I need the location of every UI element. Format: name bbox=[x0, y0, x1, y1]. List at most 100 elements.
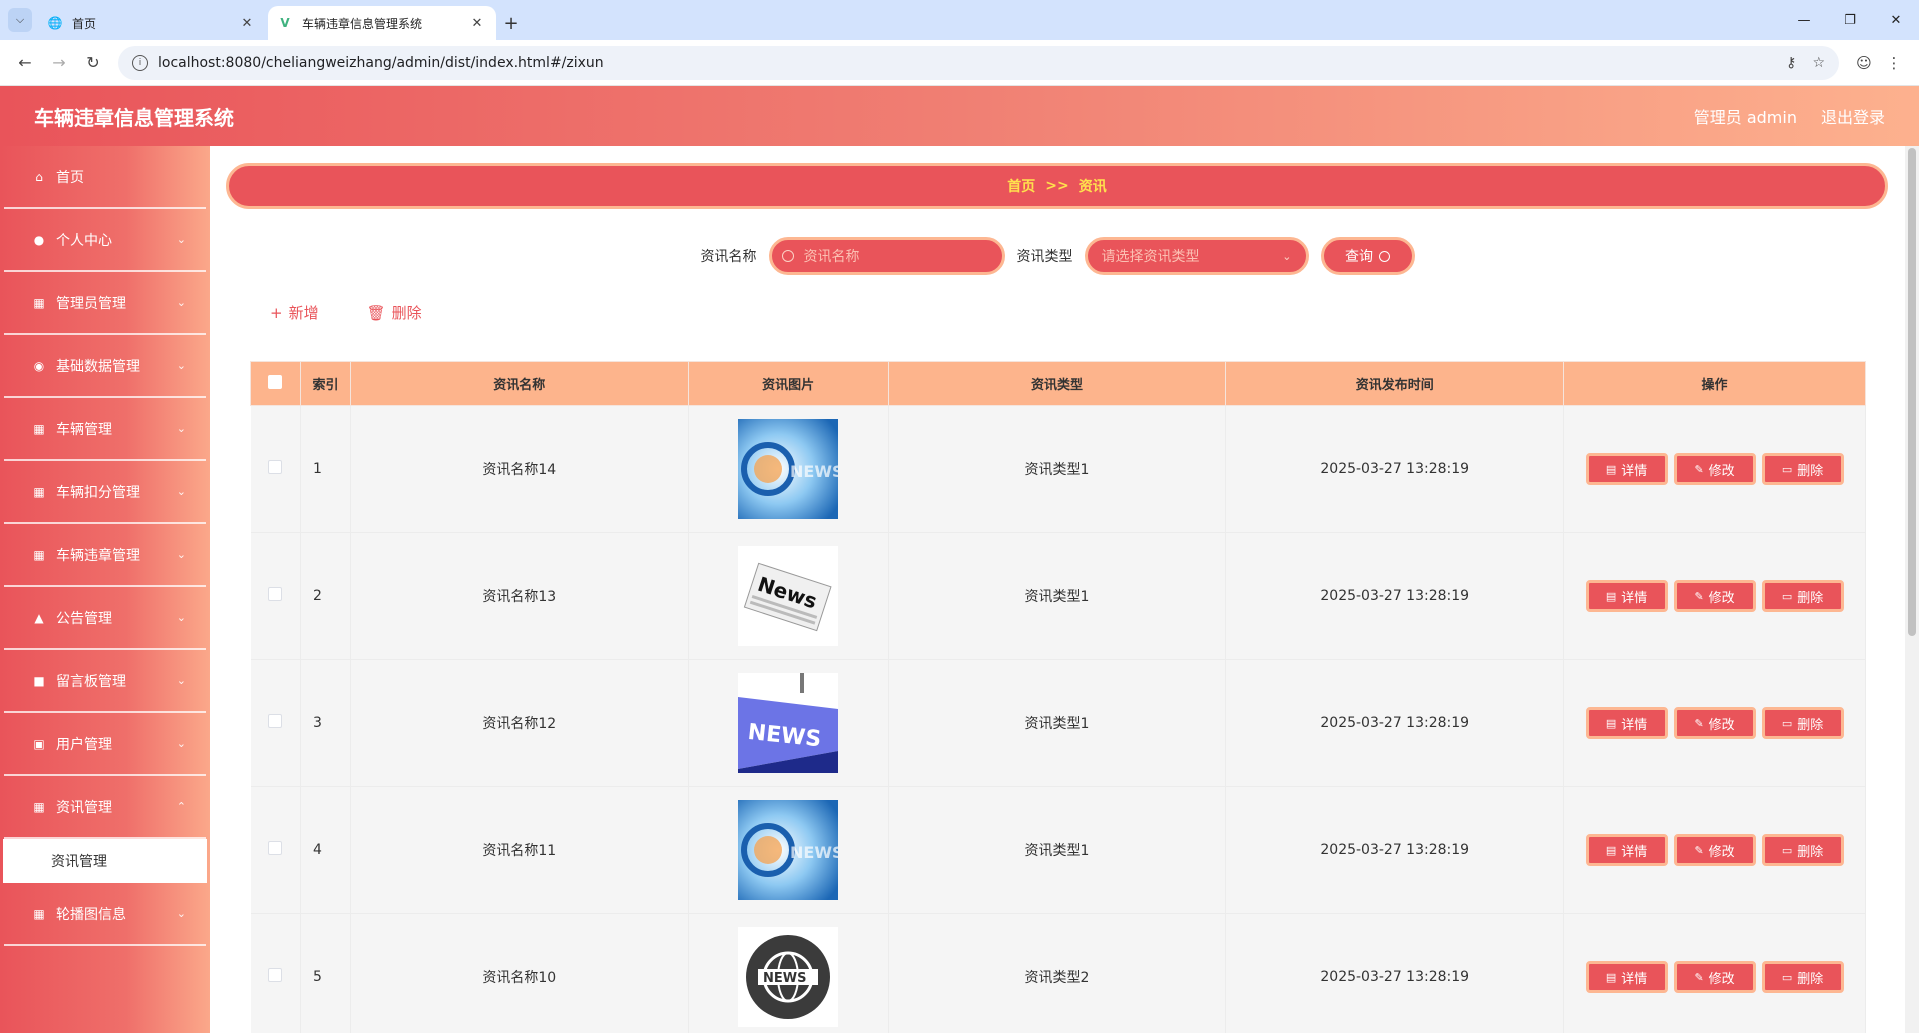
minimize-icon[interactable]: — bbox=[1781, 0, 1827, 40]
row-select-cell bbox=[250, 532, 301, 660]
delete-button[interactable]: ▭ 删除 bbox=[1761, 707, 1844, 739]
address-bar[interactable]: i localhost:8080/cheliangweizhang/admin/… bbox=[118, 45, 1839, 80]
scrollbar-thumb[interactable] bbox=[1908, 148, 1916, 636]
sidebar-item-messageboard[interactable]: ■ 留言板管理 ⌄ bbox=[4, 650, 206, 713]
row-index: 5 bbox=[300, 913, 351, 1033]
search-icon bbox=[1379, 250, 1390, 262]
detail-label: 详情 bbox=[1621, 844, 1648, 860]
detail-button[interactable]: ▤ 详情 bbox=[1585, 580, 1668, 612]
row-select-cell bbox=[250, 786, 301, 914]
news-paper-image[interactable]: News bbox=[738, 546, 839, 646]
sidebar-item-home[interactable]: ⌂ 首页 bbox=[4, 146, 206, 209]
news-name-input[interactable]: 资讯名称 bbox=[768, 237, 1005, 275]
news-globe-image[interactable]: NEWS bbox=[738, 419, 839, 519]
trash-icon: ▭ bbox=[1781, 843, 1793, 857]
close-tab-icon[interactable]: ✕ bbox=[468, 16, 486, 31]
tab-title: 车辆违章信息管理系统 bbox=[302, 16, 423, 31]
site-info-icon[interactable]: i bbox=[132, 54, 148, 71]
news-circle-image[interactable]: NEWS bbox=[738, 927, 839, 1027]
sidebar-item-admin[interactable]: ▦ 管理员管理 ⌄ bbox=[4, 272, 206, 335]
home-icon: ⌂ bbox=[35, 169, 43, 184]
detail-button[interactable]: ▤ 详情 bbox=[1585, 453, 1668, 485]
sidebar-item-basedata[interactable]: ◉ 基础数据管理 ⌄ bbox=[4, 335, 206, 398]
row-type: 资讯类型1 bbox=[888, 532, 1227, 660]
grid-icon: ▦ bbox=[33, 547, 45, 562]
new-tab-button[interactable]: + bbox=[496, 6, 526, 40]
sidebar-subitem-news-manage[interactable]: 资讯管理 bbox=[3, 839, 207, 883]
sidebar-item-notice[interactable]: ▲ 公告管理 ⌄ bbox=[4, 587, 206, 650]
detail-button[interactable]: ▤ 详情 bbox=[1585, 961, 1668, 993]
row-checkbox[interactable] bbox=[268, 968, 283, 982]
row-checkbox[interactable] bbox=[268, 587, 283, 601]
edit-label: 修改 bbox=[1708, 844, 1735, 860]
back-icon[interactable]: ← bbox=[10, 48, 40, 78]
password-key-icon[interactable]: ⚷ bbox=[1786, 55, 1796, 71]
chevron-down-icon: ⌄ bbox=[176, 422, 186, 435]
bookmark-star-icon[interactable]: ☆ bbox=[1812, 55, 1825, 71]
add-button[interactable]: + 新增 bbox=[270, 302, 319, 323]
edit-button[interactable]: ✎ 修改 bbox=[1673, 961, 1756, 993]
grid-icon: ▦ bbox=[33, 799, 45, 814]
restore-icon[interactable]: ❐ bbox=[1827, 0, 1873, 40]
select-all-checkbox[interactable] bbox=[268, 374, 283, 389]
url-text[interactable]: localhost:8080/cheliangweizhang/admin/di… bbox=[158, 55, 1770, 71]
tab-search-button[interactable]: ⌵ bbox=[8, 8, 32, 32]
sidebar-item-users[interactable]: ▣ 用户管理 ⌄ bbox=[4, 713, 206, 776]
query-button[interactable]: 查询 bbox=[1320, 237, 1415, 275]
select-all-cell bbox=[250, 361, 301, 406]
sidebar-item-violation[interactable]: ▦ 车辆违章管理 ⌄ bbox=[4, 524, 206, 587]
detail-label: 详情 bbox=[1621, 463, 1648, 479]
close-tab-icon[interactable]: ✕ bbox=[238, 16, 256, 31]
sidebar-item-carousel[interactable]: ▦ 轮播图信息 ⌄ bbox=[4, 883, 206, 946]
sidebar-item-label: 基础数据管理 bbox=[56, 358, 140, 375]
reload-icon[interactable]: ↻ bbox=[78, 48, 108, 78]
table-row: 5 资讯名称10 NEWS 资讯类型2 2025-03-27 13:28:19 … bbox=[250, 913, 1866, 1033]
row-actions: ▤ 详情 ✎ 修改 ▭ 删除 bbox=[1563, 786, 1866, 914]
forward-icon[interactable]: → bbox=[44, 48, 74, 78]
chevron-down-icon: ⌄ bbox=[176, 737, 186, 750]
batch-delete-label: 删除 bbox=[391, 304, 422, 322]
chevron-down-icon: ⌄ bbox=[176, 907, 186, 920]
news-key-image[interactable]: NEWS bbox=[738, 673, 839, 773]
sidebar-item-news[interactable]: ▦ 资讯管理 ⌃ bbox=[4, 776, 206, 839]
chevron-down-icon: ⌄ bbox=[176, 485, 186, 498]
row-checkbox[interactable] bbox=[268, 460, 283, 474]
page-scrollbar[interactable] bbox=[1905, 146, 1919, 1033]
news-globe-image[interactable]: NEWS bbox=[738, 800, 839, 900]
chevron-down-icon: ⌄ bbox=[176, 296, 186, 309]
menu-kebab-icon[interactable]: ⋮ bbox=[1879, 48, 1909, 78]
row-name: 资讯名称10 bbox=[350, 913, 689, 1033]
batch-delete-button[interactable]: 🗑 删除 bbox=[367, 302, 422, 323]
edit-button[interactable]: ✎ 修改 bbox=[1673, 707, 1756, 739]
delete-button[interactable]: ▭ 删除 bbox=[1761, 453, 1844, 485]
browser-tab-active[interactable]: V 车辆违章信息管理系统 ✕ bbox=[268, 6, 496, 40]
delete-button[interactable]: ▭ 删除 bbox=[1761, 961, 1844, 993]
row-checkbox[interactable] bbox=[268, 841, 283, 855]
close-window-icon[interactable]: ✕ bbox=[1873, 0, 1919, 40]
sidebar-item-deduction[interactable]: ▦ 车辆扣分管理 ⌄ bbox=[4, 461, 206, 524]
browser-tab-home[interactable]: 🌐 首页 ✕ bbox=[38, 6, 266, 40]
sidebar-item-profile[interactable]: ● 个人中心 ⌄ bbox=[4, 209, 206, 272]
edit-button[interactable]: ✎ 修改 bbox=[1673, 453, 1756, 485]
browser-toolbar: ← → ↻ i localhost:8080/cheliangweizhang/… bbox=[0, 40, 1919, 86]
row-time: 2025-03-27 13:28:19 bbox=[1225, 405, 1565, 533]
detail-button[interactable]: ▤ 详情 bbox=[1585, 834, 1668, 866]
detail-button[interactable]: ▤ 详情 bbox=[1585, 707, 1668, 739]
row-index: 2 bbox=[300, 532, 351, 660]
table-actions: + 新增 🗑 删除 bbox=[270, 302, 470, 323]
profile-icon[interactable]: ☺ bbox=[1849, 48, 1879, 78]
breadcrumb-home[interactable]: 首页 bbox=[1007, 176, 1035, 196]
edit-button[interactable]: ✎ 修改 bbox=[1673, 580, 1756, 612]
news-type-select[interactable]: 请选择资讯类型 ⌄ bbox=[1084, 237, 1309, 275]
row-checkbox[interactable] bbox=[268, 714, 283, 728]
delete-button[interactable]: ▭ 删除 bbox=[1761, 834, 1844, 866]
search-icon bbox=[781, 250, 794, 262]
sidebar-item-vehicle[interactable]: ▦ 车辆管理 ⌄ bbox=[4, 398, 206, 461]
logout-link[interactable]: 退出登录 bbox=[1821, 104, 1885, 128]
trash-icon: ▭ bbox=[1781, 716, 1793, 730]
edit-button[interactable]: ✎ 修改 bbox=[1673, 834, 1756, 866]
thumb-icon: ▲ bbox=[34, 610, 44, 625]
svg-text:NEWS: NEWS bbox=[790, 462, 838, 481]
delete-button[interactable]: ▭ 删除 bbox=[1761, 580, 1844, 612]
row-index: 3 bbox=[300, 659, 351, 787]
